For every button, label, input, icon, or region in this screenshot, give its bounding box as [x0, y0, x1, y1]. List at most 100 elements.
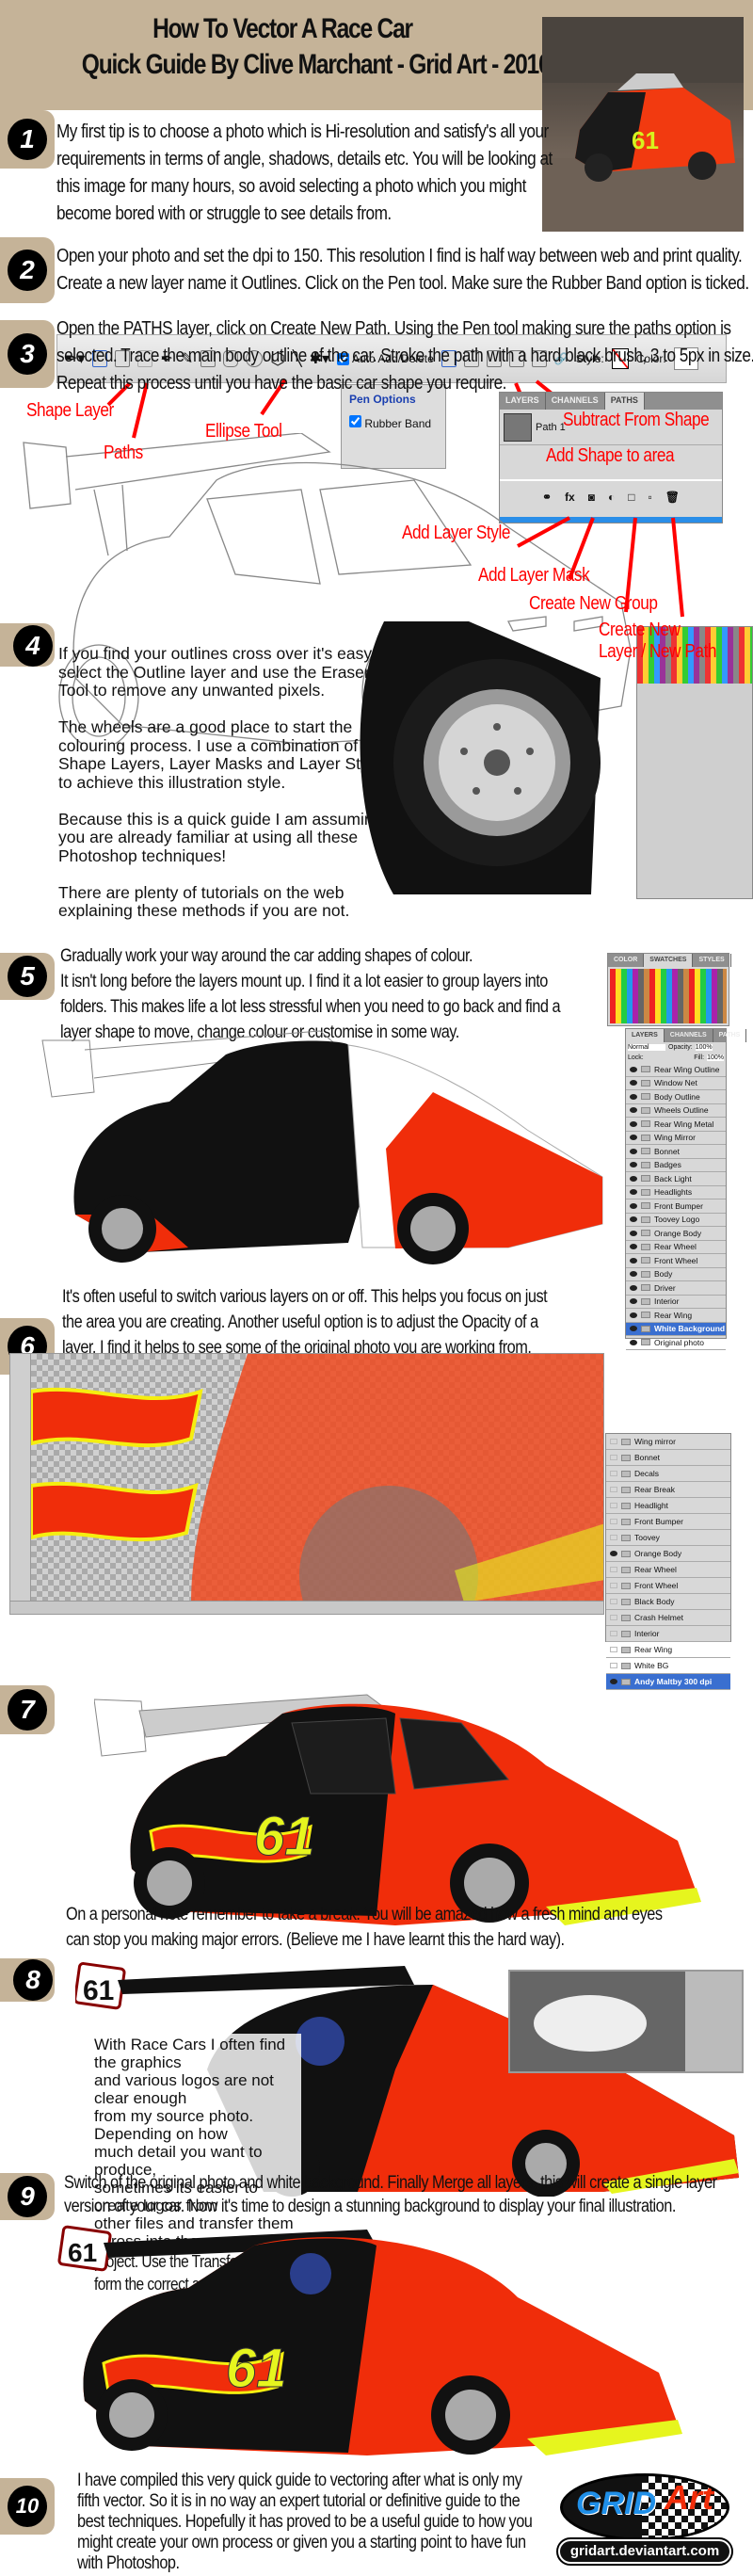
- visibility-eye-icon[interactable]: [610, 1615, 617, 1620]
- visibility-eye-icon[interactable]: [630, 1271, 637, 1278]
- visibility-eye-icon[interactable]: [610, 1631, 617, 1636]
- layer-row[interactable]: Front Bumper: [626, 1199, 726, 1214]
- layer-row[interactable]: Window Net: [626, 1077, 726, 1090]
- visibility-eye-icon[interactable]: [630, 1257, 637, 1264]
- visibility-eye-icon[interactable]: [630, 1230, 637, 1236]
- visibility-eye-icon[interactable]: [610, 1599, 617, 1604]
- visibility-eye-icon[interactable]: [630, 1162, 637, 1168]
- visibility-eye-icon[interactable]: [630, 1107, 637, 1114]
- blend-mode-select[interactable]: Normal: [628, 1044, 665, 1051]
- layer-row[interactable]: Headlight: [606, 1498, 730, 1514]
- visibility-eye-icon[interactable]: [630, 1326, 637, 1332]
- visibility-eye-icon[interactable]: [610, 1535, 617, 1540]
- tab-channels[interactable]: CHANNELS: [546, 393, 605, 410]
- layer-name: Toovey: [634, 1533, 660, 1542]
- tab-swatches[interactable]: SWATCHES: [644, 954, 694, 967]
- layer-row[interactable]: Rear Wing: [606, 1642, 730, 1658]
- visibility-eye-icon[interactable]: [610, 1439, 617, 1444]
- visibility-eye-icon[interactable]: [610, 1551, 617, 1556]
- layer-row[interactable]: Orange Body: [626, 1227, 726, 1241]
- visibility-eye-icon[interactable]: [630, 1080, 637, 1087]
- layer-row[interactable]: Rear Break: [606, 1482, 730, 1498]
- visibility-eye-icon[interactable]: [630, 1312, 637, 1318]
- logo-editing-screenshot: [508, 1970, 744, 2073]
- layer-row[interactable]: Bonnet: [606, 1450, 730, 1466]
- layer-name: Bonnet: [654, 1146, 680, 1156]
- layer-row[interactable]: Bonnet: [626, 1145, 726, 1159]
- visibility-eye-icon[interactable]: [630, 1216, 637, 1223]
- visibility-eye-icon[interactable]: [630, 1175, 637, 1182]
- layer-row[interactable]: Toovey: [606, 1530, 730, 1546]
- layer-row[interactable]: Body: [626, 1268, 726, 1281]
- photoshop-workspace-screenshot: [9, 1353, 604, 1615]
- visibility-eye-icon[interactable]: [610, 1503, 617, 1508]
- layer-row[interactable]: Rear Wing Metal: [626, 1118, 726, 1132]
- layer-row[interactable]: Interior: [626, 1296, 726, 1309]
- layer-row[interactable]: Rear Wing: [626, 1309, 726, 1323]
- visibility-eye-icon[interactable]: [630, 1120, 637, 1127]
- layer-row[interactable]: Body Outline: [626, 1090, 726, 1104]
- layer-name: Crash Helmet: [634, 1613, 683, 1622]
- layer-row[interactable]: Back Light: [626, 1172, 726, 1186]
- layer-row[interactable]: Rear Wheel: [606, 1562, 730, 1578]
- layer-row[interactable]: Driver: [626, 1281, 726, 1296]
- layer-row[interactable]: Front Bumper: [606, 1514, 730, 1530]
- layer-row[interactable]: Badges: [626, 1159, 726, 1172]
- visibility-eye-icon[interactable]: [610, 1679, 617, 1684]
- visibility-eye-icon[interactable]: [610, 1471, 617, 1476]
- layer-name: Rear Wing: [634, 1645, 673, 1654]
- layer-row[interactable]: Original photo: [626, 1336, 726, 1350]
- visibility-eye-icon[interactable]: [630, 1135, 637, 1141]
- visibility-eye-icon[interactable]: [610, 1583, 617, 1588]
- visibility-eye-icon[interactable]: [610, 1487, 617, 1492]
- opacity-input[interactable]: 100%: [695, 1044, 713, 1051]
- fill-input[interactable]: 100%: [707, 1055, 724, 1061]
- layer-row[interactable]: Wheels Outline: [626, 1104, 726, 1118]
- layer-row[interactable]: Decals: [606, 1466, 730, 1482]
- final-wing-number: 61: [68, 2238, 97, 2267]
- tab-layers[interactable]: LAYERS: [500, 393, 546, 410]
- visibility-eye-icon[interactable]: [630, 1066, 637, 1072]
- layer-row[interactable]: White Background: [626, 1322, 726, 1336]
- visibility-eye-icon[interactable]: [630, 1339, 637, 1345]
- layer-row[interactable]: Wing Mirror: [626, 1132, 726, 1145]
- layer-row[interactable]: Headlights: [626, 1186, 726, 1199]
- layer-row[interactable]: Toovey Logo: [626, 1214, 726, 1227]
- tools-palette[interactable]: [10, 1354, 31, 1614]
- visibility-eye-icon[interactable]: [630, 1189, 637, 1196]
- step-2-text: Open your photo and set the dpi to 150. …: [56, 246, 749, 294]
- visibility-eye-icon[interactable]: [610, 1647, 617, 1652]
- layer-row[interactable]: Interior: [606, 1626, 730, 1642]
- visibility-eye-icon[interactable]: [630, 1202, 637, 1209]
- layer-row[interactable]: Crash Helmet: [606, 1610, 730, 1626]
- layer-row[interactable]: White BG: [606, 1658, 730, 1674]
- swatch-grid[interactable]: [610, 969, 727, 1023]
- status-bar: [10, 1601, 603, 1614]
- layer-name: Badges: [654, 1160, 681, 1170]
- visibility-eye-icon[interactable]: [610, 1519, 617, 1524]
- tab-channels[interactable]: CHANNELS: [665, 1029, 713, 1042]
- layer-row[interactable]: Andy Maltby 300 dpi: [606, 1674, 730, 1690]
- layer-row[interactable]: Rear Wheel: [626, 1241, 726, 1254]
- layer-row[interactable]: Black Body: [606, 1594, 730, 1610]
- visibility-eye-icon[interactable]: [630, 1244, 637, 1250]
- tab-paths[interactable]: PATHS: [604, 393, 645, 410]
- layer-row[interactable]: Rear Wing Outline: [626, 1063, 726, 1077]
- folder-icon: [641, 1270, 650, 1278]
- visibility-eye-icon[interactable]: [610, 1663, 617, 1668]
- tab-styles[interactable]: STYLES: [693, 954, 731, 967]
- layer-row[interactable]: Wing mirror: [606, 1434, 730, 1450]
- annotation-add-layer-mask: Add Layer Mask: [478, 565, 590, 586]
- layer-row[interactable]: Front Wheel: [626, 1254, 726, 1268]
- layer-row[interactable]: Front Wheel: [606, 1578, 730, 1594]
- visibility-eye-icon[interactable]: [610, 1567, 617, 1572]
- visibility-eye-icon[interactable]: [630, 1298, 637, 1305]
- visibility-eye-icon[interactable]: [630, 1284, 637, 1291]
- tab-color[interactable]: COLOR: [608, 954, 645, 967]
- layer-row[interactable]: Orange Body: [606, 1546, 730, 1562]
- visibility-eye-icon[interactable]: [630, 1148, 637, 1154]
- tab-layers[interactable]: LAYERS: [626, 1029, 665, 1042]
- tab-paths[interactable]: PATHS: [713, 1029, 747, 1042]
- visibility-eye-icon[interactable]: [610, 1455, 617, 1460]
- visibility-eye-icon[interactable]: [630, 1093, 637, 1100]
